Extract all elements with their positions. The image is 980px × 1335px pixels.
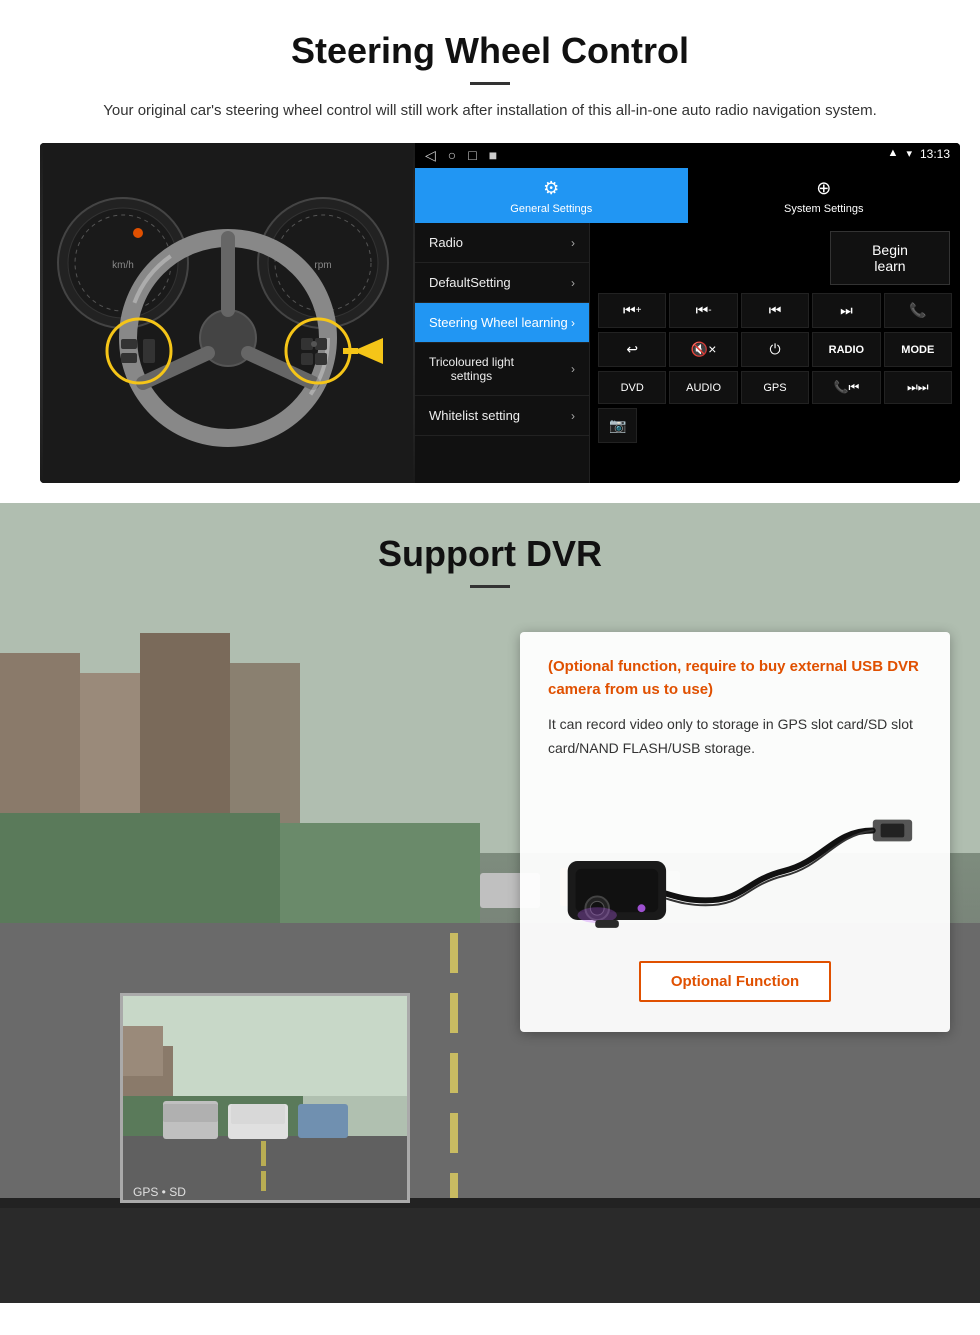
ctrl-next-track[interactable]: ⏭ [812,293,880,328]
android-main-content: Begin learn ⏮+ ⏮- ⏮ ⏭ 📞 ↩ 🔇× ⏻ [590,223,960,483]
ctrl-vol-down[interactable]: ⏮- [669,293,737,328]
dvr-camera-illustration [548,781,922,941]
menu-item-whitelist[interactable]: Whitelist setting › [415,396,589,436]
tab-general-settings[interactable]: ⚙ General Settings [415,168,688,223]
menu-item-tricolour[interactable]: Tricoloured lightsettings › [415,343,589,396]
wifi-icon: ▾ [906,147,912,164]
ctrl-radio[interactable]: RADIO [812,332,880,367]
ctrl-gps[interactable]: GPS [741,371,809,404]
status-time: 13:13 [920,147,950,164]
android-tabs: ⚙ General Settings ⊕ System Settings [415,168,960,223]
android-content: Radio › DefaultSetting › Steering Wheel … [415,223,960,483]
chevron-right-icon: › [571,409,575,423]
menu-tricolour-label: Tricoloured lightsettings [429,355,514,383]
signal-icon: ▲ [888,147,899,164]
dvr-description: It can record video only to storage in G… [548,713,922,761]
dvr-content: (Optional function, require to buy exter… [0,612,980,1032]
recents-icon: □ [468,147,476,164]
chevron-right-icon: › [571,362,575,376]
android-statusbar: ◁ ○ □ ■ ▲ ▾ 13:13 [415,143,960,168]
ctrl-grid-row1: ⏮+ ⏮- ⏮ ⏭ 📞 [594,293,956,328]
optional-function-container: Optional Function [548,961,922,1002]
steering-description: Your original car's steering wheel contr… [60,99,920,123]
dvr-title-area: Support DVR [0,503,980,612]
back-icon: ◁ [425,147,436,164]
begin-learn-row: Begin learn [594,227,956,289]
ctrl-next-next[interactable]: ⏭⏭ [884,371,952,404]
ctrl-dvd[interactable]: DVD [598,371,666,404]
ctrl-cam-row: 📷 [594,408,956,443]
menu-icon: ■ [489,147,497,164]
ctrl-vol-up[interactable]: ⏮+ [598,293,666,328]
tab-system-settings[interactable]: ⊕ System Settings [688,168,961,223]
menu-whitelist-label: Whitelist setting [429,408,520,423]
dvr-info-card: (Optional function, require to buy exter… [520,632,950,1032]
ctrl-audio[interactable]: AUDIO [669,371,737,404]
dvr-thumbnail: GPS • SD [120,993,410,1203]
ctrl-camera[interactable]: 📷 [598,408,637,443]
menu-steering-label: Steering Wheel learning [429,315,568,330]
menu-item-radio[interactable]: Radio › [415,223,589,263]
ctrl-mute[interactable]: 🔇× [669,332,737,367]
steering-title: Steering Wheel Control [40,30,940,72]
optional-function-button[interactable]: Optional Function [639,961,831,1002]
dvr-camera-svg [548,781,922,941]
steering-photo: km/h rpm [40,143,415,483]
title-divider [470,82,510,85]
menu-default-label: DefaultSetting [429,275,511,290]
system-icon: ⊕ [816,178,831,199]
chevron-right-icon: › [571,316,575,330]
android-panel: ◁ ○ □ ■ ▲ ▾ 13:13 ⚙ General Settings ⊕ S… [415,143,960,483]
home-icon: ○ [448,147,456,164]
ctrl-mode[interactable]: MODE [884,332,952,367]
dvr-thumbnail-svg: GPS • SD [123,996,410,1203]
steering-section: Steering Wheel Control Your original car… [0,0,980,503]
optional-notice: (Optional function, require to buy exter… [548,656,922,701]
ctrl-grid-row3: DVD AUDIO GPS 📞⏮ ⏭⏭ [594,371,956,404]
ctrl-phone-prev[interactable]: 📞⏮ [812,371,880,404]
menu-radio-label: Radio [429,235,463,250]
steering-composite: km/h rpm [40,143,960,483]
svg-text:km/h: km/h [112,260,134,271]
steering-wheel-svg: km/h rpm [43,143,413,483]
gear-icon: ⚙ [543,178,559,199]
ctrl-power[interactable]: ⏻ [741,332,809,367]
chevron-right-icon: › [571,236,575,250]
svg-text:GPS • SD: GPS • SD [133,1185,186,1199]
ctrl-back[interactable]: ↩ [598,332,666,367]
dvr-section: Support DVR (Optional function, require … [0,503,980,1303]
svg-text:rpm: rpm [314,260,331,271]
ctrl-prev-track[interactable]: ⏮ [741,293,809,328]
nav-icons: ◁ ○ □ ■ [425,147,880,164]
dvr-divider [470,585,510,588]
dvr-title: Support DVR [0,533,980,575]
menu-item-steering-wheel[interactable]: Steering Wheel learning › [415,303,589,343]
tab-general-label: General Settings [510,203,592,215]
ctrl-grid-row2: ↩ 🔇× ⏻ RADIO MODE [594,332,956,367]
chevron-right-icon: › [571,276,575,290]
begin-learn-button[interactable]: Begin learn [830,231,950,285]
ctrl-phone[interactable]: 📞 [884,293,952,328]
menu-item-defaultsetting[interactable]: DefaultSetting › [415,263,589,303]
tab-system-label: System Settings [784,203,863,215]
android-menu: Radio › DefaultSetting › Steering Wheel … [415,223,590,483]
